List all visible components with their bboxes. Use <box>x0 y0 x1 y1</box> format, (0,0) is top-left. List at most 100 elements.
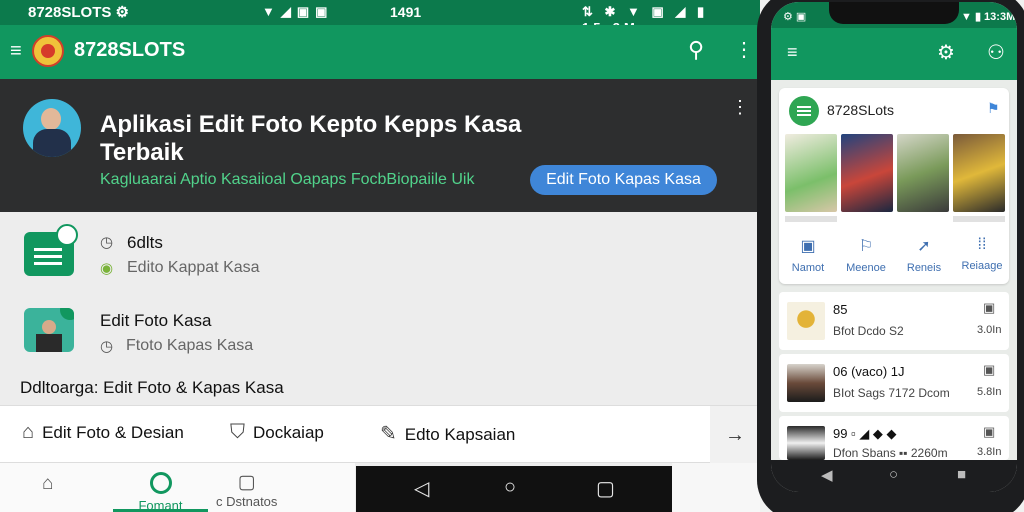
action-namot[interactable]: ▣ Namot <box>783 236 833 274</box>
pencil-icon: ✎ <box>380 423 397 445</box>
file-size: 5.8In <box>977 386 1002 398</box>
nav-home[interactable]: ⌂ <box>42 473 53 495</box>
list-item[interactable]: 85 Bfot Dcdo S2 ▣ 3.0In <box>779 292 1009 350</box>
thumbnail-image[interactable] <box>785 134 837 212</box>
bookmark-icon[interactable]: ⚑ <box>987 100 1000 117</box>
file-size: 3.0In <box>977 324 1002 336</box>
list-item[interactable]: 06 (vaco) 1J BIot Sags 7172 Dcom ▣ 5.8In <box>779 354 1009 412</box>
phone-system-nav: ◀ ○ ■ <box>771 460 1017 492</box>
list-footer-text: Ddltoarga: Edit Foto & Kapas Kasa <box>20 378 284 397</box>
phone-screen: ⚙ ▣ ▼ ▮ 13:3M ≡ ⚙ ⚇ 8728SLots ⚑ ▣ Namot … <box>771 2 1017 492</box>
tab-edit-kapsaian[interactable]: ✎ Edto Kapsaian <box>380 421 515 446</box>
tab-bar: ⌂ Edit Foto & Desian ⛉ Dockaiap ✎ Edto Kaps… <box>0 405 760 464</box>
thumbnail-caption <box>953 216 1005 222</box>
tab-edit-photo-design[interactable]: ⌂ Edit Foto & Desian <box>22 421 184 444</box>
tab-dockaiap[interactable]: ⛉ Dockaiap <box>230 421 324 444</box>
share-icon: ➚ <box>917 238 931 255</box>
list-item-subtitle: BIot Sags 7172 Dcom <box>833 386 950 400</box>
nav-spacer <box>672 463 760 512</box>
action-label: Reneis <box>906 262 942 274</box>
home-icon: ⌂ <box>42 473 54 494</box>
edit-app-icon[interactable] <box>24 224 78 276</box>
hero-banner: Aplikasi Edit Foto Kepto Kepps Kasa Terb… <box>0 79 760 212</box>
phone-notch <box>829 2 959 24</box>
app-title: 8728SLOTS <box>74 39 186 61</box>
settings-icon[interactable]: ⚙ <box>937 40 955 65</box>
app-card-title: 8728SLots <box>827 102 894 118</box>
app-bar: ≡ 8728SLOTS ⚲ ⋮ <box>0 25 760 79</box>
circle-icon <box>149 472 172 494</box>
grid-dots-icon: ⁞⁞ <box>977 236 987 253</box>
save-icon: ▣ <box>800 238 816 255</box>
tab-label: Dockaiap <box>253 423 324 442</box>
recents-icon[interactable]: ■ <box>957 466 966 483</box>
check-icon: ◉ <box>100 260 114 277</box>
recents-icon[interactable]: ▢ <box>596 476 615 501</box>
menu-icon[interactable]: ≡ <box>10 40 22 63</box>
flag-icon: ⚐ <box>858 238 874 255</box>
phone-mockup: ⚙ ▣ ▼ ▮ 13:3M ≡ ⚙ ⚇ 8728SLots ⚑ ▣ Namot … <box>757 0 1024 512</box>
download-icon[interactable]: ▣ <box>983 424 995 440</box>
clock-icon: ◷ <box>100 234 114 251</box>
photo-app-icon[interactable] <box>24 308 74 352</box>
list-item-subtitle: Edito Kappat Kasa <box>127 259 260 276</box>
status-bar: 8728SLOTS ⚙ ▼◢▣▣ 1491 ⇅ ✱ ▼ ▣ ◢ ▮ 15:3M <box>0 0 760 35</box>
status-time: 1491 <box>390 4 422 20</box>
bookmark-icon: ⛉ <box>230 421 245 443</box>
hero-subtitle: Kagluaarai Aptio Kasaiioal Oapaps FocbBi… <box>100 171 475 188</box>
avatar <box>23 99 81 157</box>
list-item-title: 85 <box>833 302 848 317</box>
user-icon[interactable]: ⚇ <box>987 40 1005 65</box>
menu-icon[interactable]: ≡ <box>787 42 798 63</box>
thumbnail-caption <box>785 216 837 222</box>
download-icon[interactable]: ▣ <box>983 300 995 316</box>
list-item[interactable]: 99 ▫ ◢ ◆ ◆ Dfon Sbans ▪▪ 2260m ▣ 3.8In <box>779 416 1009 460</box>
thumbnail-image[interactable] <box>841 134 893 212</box>
app-logo-icon <box>32 35 64 67</box>
hero-more-icon[interactable]: ⋮ <box>731 97 749 118</box>
action-label: Meenoe <box>846 262 886 274</box>
square-icon: ▢ <box>237 472 256 493</box>
back-icon[interactable]: ◀ <box>821 466 833 484</box>
system-navigation-bar: ◁ ○ ▢ <box>356 466 672 512</box>
home-circle-icon[interactable]: ○ <box>889 466 898 483</box>
list-item-subtitle: Dfon Sbans ▪▪ 2260m <box>833 446 948 460</box>
list-item-subtitle: Bfot Dcdo S2 <box>833 324 904 338</box>
more-options-icon[interactable]: ⋮ <box>734 37 754 62</box>
app-card: 8728SLots ⚑ ▣ Namot ⚐ Meenoe ➚ Reneis ⁞⁞… <box>779 88 1009 284</box>
screenshot-stage: 8728SLOTS ⚙ ▼◢▣▣ 1491 ⇅ ✱ ▼ ▣ ◢ ▮ 15:3M … <box>0 0 1024 512</box>
thumbnail-image[interactable] <box>897 134 949 212</box>
app-logo-icon <box>789 96 819 126</box>
list-thumbnail <box>787 426 825 460</box>
bottom-navigation: ⌂ Fomant ▢ c Dstnatos <box>0 463 355 512</box>
tab-label: Edto Kapsaian <box>404 425 516 444</box>
phone-status-left: ⚙ ▣ <box>783 11 807 23</box>
edit-photo-button[interactable]: Edit Foto Kapas Kasa <box>530 165 717 195</box>
list-thumbnail <box>787 302 825 340</box>
home-circle-icon[interactable]: ○ <box>504 476 516 499</box>
nav-destinations[interactable]: ▢ c Dstnatos <box>216 471 277 509</box>
list-thumbnail <box>787 364 825 402</box>
list-item-subtitle: Ftoto Kapas Kasa <box>126 337 254 354</box>
action-meenoe[interactable]: ⚐ Meenoe <box>841 236 891 274</box>
thumbnail-image[interactable] <box>953 134 1005 212</box>
file-size: 3.8In <box>977 446 1002 458</box>
action-reiaage[interactable]: ⁞⁞ Reiaage <box>957 236 1007 272</box>
list-item-title: 06 (vaco) 1J <box>833 364 905 379</box>
back-icon[interactable]: ◁ <box>414 476 429 501</box>
history-icon: ◷ <box>100 338 114 355</box>
arrow-right-icon[interactable]: → <box>710 406 760 464</box>
feature-list: ◷ 6dlts ◉ Edito Kappat Kasa Edit Foto Ka… <box>0 212 760 405</box>
list-item-title[interactable]: Edit Foto Kasa <box>100 311 212 331</box>
nav-fomant[interactable]: Fomant <box>113 471 208 512</box>
edit-badge-icon <box>60 308 74 320</box>
download-icon[interactable]: ▣ <box>983 362 995 378</box>
phone-app-bar: ≡ ⚙ ⚇ <box>771 28 1017 80</box>
list-item-title: 99 ▫ ◢ ◆ ◆ <box>833 426 897 441</box>
hero-title: Aplikasi Edit Foto Kepto Kepps Kasa Terb… <box>100 111 522 166</box>
list-item-title[interactable]: 6dlts <box>127 233 163 253</box>
action-reneis[interactable]: ➚ Reneis <box>899 236 949 274</box>
search-icon[interactable]: ⚲ <box>688 37 704 63</box>
nav-label: c Dstnatos <box>216 494 278 509</box>
status-app-name: 8728SLOTS ⚙ <box>28 4 129 21</box>
